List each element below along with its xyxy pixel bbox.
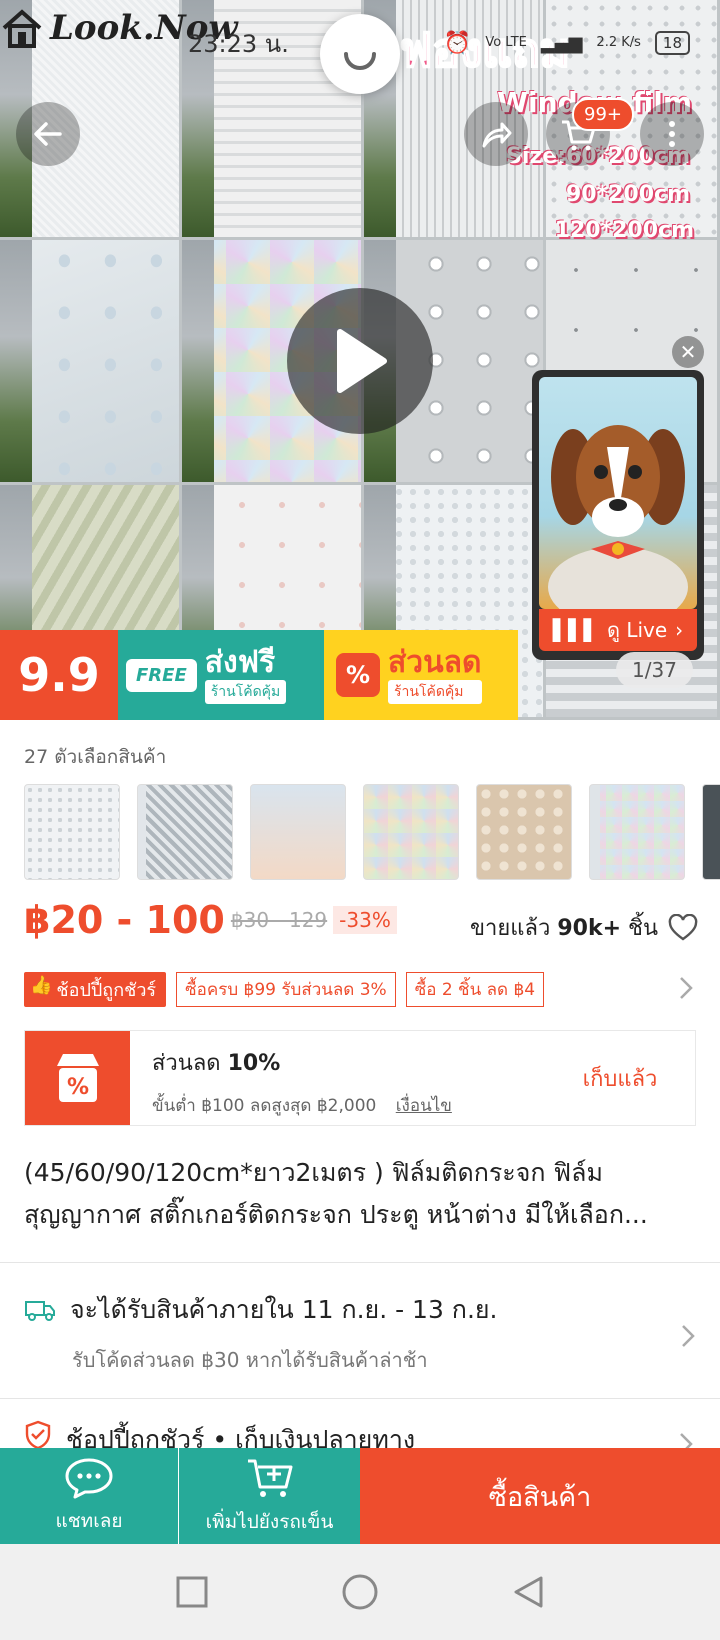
discount-sub: ร้านโค้ดคุ้ม (388, 680, 482, 704)
variant-thumbnail[interactable] (589, 784, 685, 880)
promo-tag: ซื้อ 2 ชิ้น ลด ฿4 (405, 972, 545, 1007)
voucher-claimed-button[interactable]: เก็บแล้ว (545, 1031, 695, 1125)
sold-prefix: ขายแล้ว (470, 916, 551, 941)
puppy-image (548, 425, 688, 609)
free-shipping-sub: ร้านโค้ดคุ้ม (204, 680, 287, 704)
live-thumbnail (539, 377, 697, 609)
voucher-condition: ขั้นต่ำ ฿100 ลดสูงสุด ฿2,000 (152, 1096, 377, 1116)
more-vertical-icon (669, 121, 675, 147)
promo-banner[interactable]: 9.9 FREE ส่งฟรี ร้านโค้ดคุ้ม % ส่วนลด ร้… (0, 630, 518, 720)
svg-text:%: % (66, 1075, 88, 1100)
variant-thumbnail[interactable] (702, 784, 720, 880)
bottom-action-bar: แชทเลย เพิ่มไปยังรถเข็น ซื้อสินค้า (0, 1448, 720, 1544)
alarm-icon: ⏰ (443, 30, 472, 56)
image-counter: 1/37 (616, 652, 693, 688)
promo-line: 120*200cm (554, 218, 694, 243)
percent-tag-icon: % (336, 653, 380, 697)
divider (0, 1262, 720, 1263)
live-bars-icon: ▌▌▌ (552, 618, 599, 642)
product-title: (45/60/90/120cm*ยาว2เมตร ) ฟิล์มติดกระจก… (24, 1158, 648, 1229)
promo-tags[interactable]: 👍 ช้อปปี้ถูกชัวร์ ซื้อครบ ฿99 รับส่วนลด … (24, 972, 545, 1007)
sold-count: ขายแล้ว 90k+ ชิ้น (470, 910, 698, 945)
play-video-button[interactable] (287, 288, 433, 434)
recents-icon[interactable] (175, 1575, 209, 1609)
home-icon[interactable] (340, 1572, 380, 1612)
buy-now-button[interactable]: ซื้อสินค้า (360, 1448, 720, 1544)
back-triangle-icon[interactable] (511, 1574, 545, 1610)
guarantee-tag: 👍 ช้อปปี้ถูกชัวร์ (24, 972, 167, 1007)
product-image-gallery[interactable]: ฟองแถม Window film Size:60*200cm 90*200c… (0, 0, 720, 720)
back-button[interactable] (16, 102, 80, 166)
battery-icon: 18 (654, 31, 690, 55)
sold-number: 90k+ (557, 916, 622, 941)
variant-thumbnail[interactable] (250, 784, 346, 880)
variant-list[interactable] (24, 784, 720, 880)
chevron-right-icon[interactable] (678, 974, 694, 1002)
variant-thumbnail[interactable] (476, 784, 572, 880)
close-icon: ✕ (679, 340, 697, 364)
voucher-card[interactable]: % ส่วนลด 10% ขั้นต่ำ ฿100 ลดสูงสุด ฿2,00… (24, 1030, 696, 1126)
voucher-value: 10% (227, 1051, 281, 1076)
variant-thumbnail[interactable] (137, 784, 233, 880)
chevron-right-icon (682, 1325, 695, 1347)
add-to-cart-icon (247, 1459, 292, 1497)
heart-icon[interactable] (668, 913, 698, 942)
arrow-left-icon (34, 122, 62, 146)
voucher-terms-link[interactable]: เงื่อนไข (396, 1096, 452, 1116)
image-tile (0, 240, 182, 485)
divider (0, 1398, 720, 1399)
variant-thumbnail[interactable] (24, 784, 120, 880)
promo-tag: ซื้อครบ ฿99 รับส่วนลด 3% (176, 972, 396, 1007)
chat-label: แชทเลย (55, 1510, 123, 1532)
shipping-row[interactable]: จะได้รับสินค้าภายใน 11 ก.ย. - 13 ก.ย. รั… (24, 1290, 696, 1376)
signal-icon: ▂▄▆ (540, 32, 583, 54)
refresh-spinner-icon (320, 14, 400, 94)
more-button[interactable] (640, 102, 704, 166)
late-delivery-note: รับโค้ดส่วนลด ฿30 หากได้รับสินค้าล่าช้า (72, 1348, 428, 1372)
close-live-button[interactable]: ✕ (672, 336, 704, 368)
voucher-title: ส่วนลด (152, 1051, 221, 1076)
play-icon (337, 329, 387, 393)
sold-suffix: ชิ้น (628, 916, 658, 941)
voucher-icon: % (25, 1031, 130, 1125)
share-button[interactable] (464, 102, 528, 166)
price-block: ฿20 - 100 ฿30 - 129 -33% (24, 898, 397, 942)
truck-icon (25, 1301, 55, 1321)
chat-button[interactable]: แชทเลย (0, 1448, 178, 1544)
chat-icon (65, 1458, 113, 1499)
add-to-cart-label: เพิ่มไปยังรถเข็น (205, 1511, 334, 1533)
status-bar: 23:23 น. ⏰ Vo LTE ▂▄▆ 2.2 K/s 18 (188, 26, 690, 60)
price-original: ฿30 - 129 (230, 908, 328, 932)
discount-badge: -33% (333, 906, 397, 934)
promo-line: 90*200cm (565, 182, 690, 207)
shop-percent-icon: % (56, 1054, 99, 1102)
free-badge: FREE (126, 658, 197, 692)
chevron-right-icon: › (675, 618, 684, 642)
network-speed: 2.2 K/s (596, 35, 641, 50)
discount-label: ส่วนลด (388, 645, 482, 680)
network-label: Vo LTE (485, 35, 527, 50)
variant-thumbnail[interactable] (363, 784, 459, 880)
live-label: ดู Live (606, 618, 668, 642)
free-shipping-label: ส่งฟรี (204, 645, 276, 680)
watch-live-button[interactable]: ▌▌▌ ดู Live › (539, 609, 697, 651)
live-preview[interactable]: ▌▌▌ ดู Live › (532, 370, 704, 660)
guarantee-label: ช้อปปี้ถูกชัวร์ (56, 980, 157, 1001)
thumbs-up-icon: 👍 (30, 975, 53, 996)
clock: 23:23 น. (188, 29, 289, 58)
add-to-cart-button[interactable]: เพิ่มไปยังรถเข็น (179, 1448, 360, 1544)
share-icon (482, 122, 512, 148)
delivery-estimate: จะได้รับสินค้าภายใน 11 ก.ย. - 13 ก.ย. (70, 1295, 498, 1324)
system-nav-bar (0, 1544, 720, 1640)
discount-banner: % ส่วนลด ร้านโค้ดคุ้ม (324, 630, 518, 720)
price-current: ฿20 - 100 (24, 898, 225, 942)
shield-check-icon (25, 1420, 51, 1450)
free-shipping-banner: FREE ส่งฟรี ร้านโค้ดคุ้ม (118, 630, 324, 720)
variants-count: 27 ตัวเลือกสินค้า (24, 746, 167, 768)
house-icon (2, 9, 42, 48)
cart-badge: 99+ (572, 98, 634, 131)
sale-badge: 9.9 (0, 630, 118, 720)
